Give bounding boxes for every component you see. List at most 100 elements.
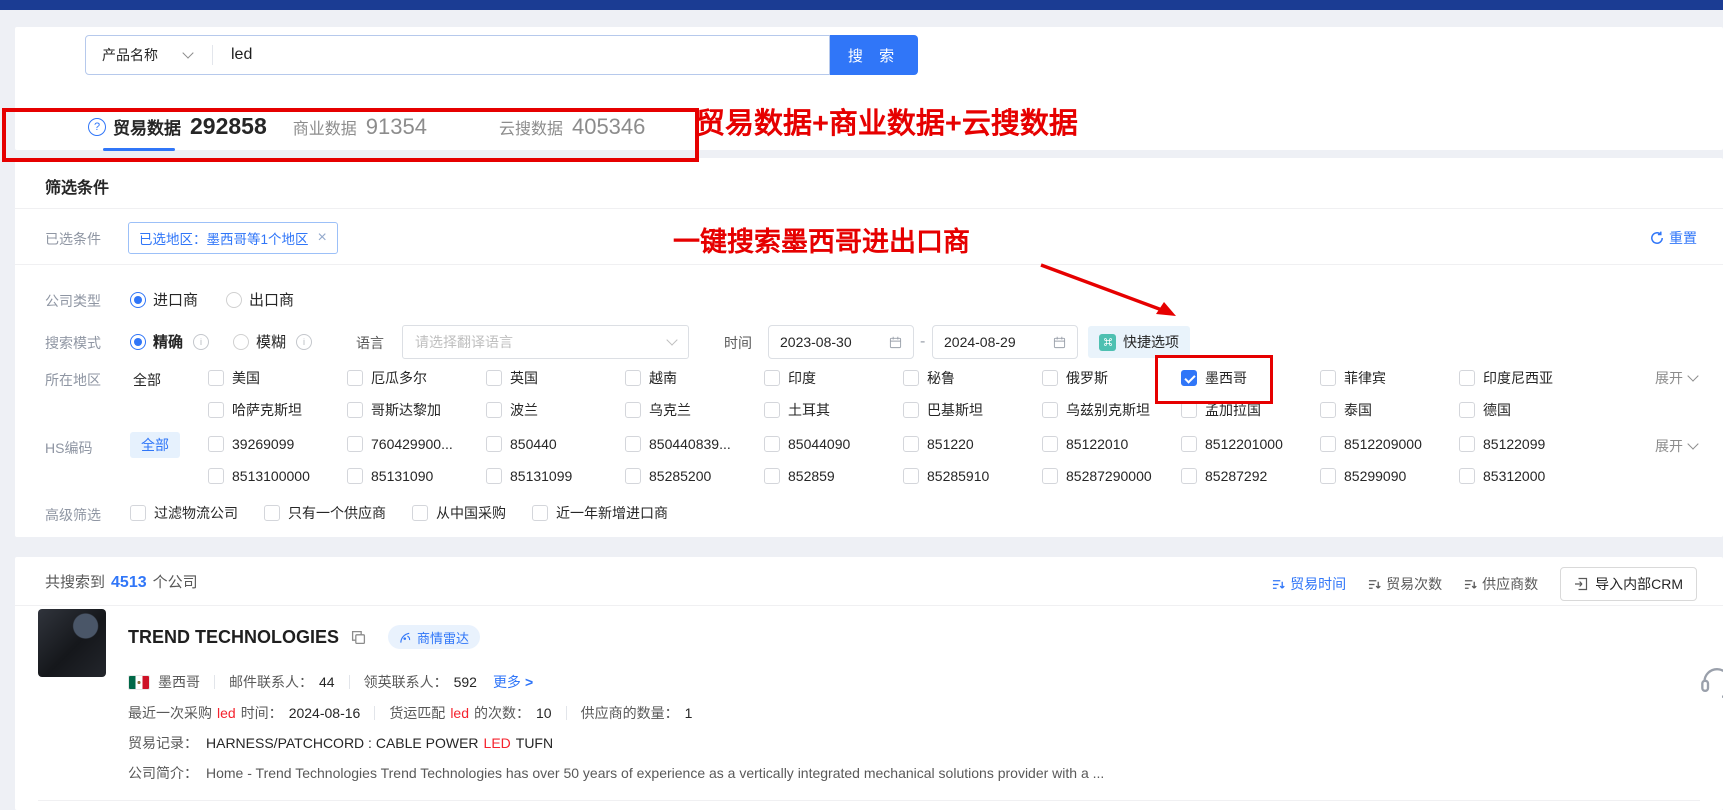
hs-code-checkbox[interactable]: 85122099 <box>1459 436 1545 452</box>
company-thumbnail[interactable] <box>38 609 106 677</box>
hs-code-checkbox[interactable]: 85285200 <box>625 468 711 484</box>
radio-icon <box>226 292 242 308</box>
region-checkbox[interactable]: 哥斯达黎加 <box>347 400 441 420</box>
hs-code-checkbox[interactable]: 851220 <box>903 436 974 452</box>
reset-button[interactable]: 重置 <box>1650 228 1697 248</box>
hs-code-checkbox[interactable]: 850440839... <box>625 436 731 452</box>
radio-exporter[interactable]: 出口商 <box>226 289 294 310</box>
search-button[interactable]: 搜 索 <box>830 35 918 75</box>
region-checkbox[interactable]: 越南 <box>625 368 677 388</box>
hs-all-option[interactable]: 全部 <box>130 432 180 458</box>
translation-language-select[interactable]: 请选择翻译语言 <box>402 325 689 359</box>
info-icon[interactable]: i <box>193 334 209 350</box>
sort-trade-count[interactable]: 贸易次数 <box>1368 574 1442 594</box>
search-category-dropdown[interactable]: 产品名称 <box>102 45 158 65</box>
import-crm-button[interactable]: 导入内部CRM <box>1560 567 1697 601</box>
quick-options-button[interactable]: 快捷选项 <box>1088 326 1190 358</box>
tag-close-icon[interactable]: × <box>318 229 327 247</box>
hs-code-checkbox[interactable]: 85122010 <box>1042 436 1128 452</box>
chevron-right-icon[interactable]: > <box>525 674 533 690</box>
customer-service-headset-icon[interactable] <box>1697 660 1723 705</box>
radio-importer[interactable]: 进口商 <box>130 289 198 310</box>
hs-code-checkbox[interactable]: 85131090 <box>347 468 433 484</box>
hs-code-checkbox[interactable]: 8513100000 <box>208 468 310 484</box>
region-checkbox[interactable]: 乌克兰 <box>625 400 691 420</box>
radio-icon <box>130 334 146 350</box>
keyword-highlight: led <box>217 705 236 721</box>
radar-icon <box>399 631 412 644</box>
email-contacts-label: 邮件联系人： <box>229 672 313 692</box>
region-checkbox[interactable]: 印度尼西亚 <box>1459 368 1553 388</box>
region-checkbox[interactable]: 乌兹别克斯坦 <box>1042 400 1150 420</box>
hs-code-checkbox[interactable]: 85299090 <box>1320 468 1406 484</box>
checkbox-icon <box>208 402 224 418</box>
region-checkbox[interactable]: 印度 <box>764 368 816 388</box>
search-box: 产品名称 <box>85 35 830 75</box>
hs-code-checkbox[interactable]: 85287290000 <box>1042 468 1152 484</box>
hs-code-checkbox[interactable]: 85285910 <box>903 468 989 484</box>
region-checkbox[interactable]: 厄瓜多尔 <box>347 368 427 388</box>
hs-code-checkbox[interactable]: 85287292 <box>1181 468 1267 484</box>
tab-trade-data[interactable]: 贸易数据 <box>113 114 181 139</box>
region-all-option[interactable]: 全部 <box>133 370 161 390</box>
sort-trade-time[interactable]: 贸易时间 <box>1272 574 1346 594</box>
business-radar-badge[interactable]: 商情雷达 <box>388 625 480 649</box>
checkbox-icon <box>625 468 641 484</box>
checkbox-icon <box>208 468 224 484</box>
hs-code-checkbox[interactable]: 85044090 <box>764 436 850 452</box>
region-checkbox[interactable]: 波兰 <box>486 400 538 420</box>
region-checkbox[interactable]: 德国 <box>1459 400 1511 420</box>
advanced-checkbox-from-china[interactable]: 从中国采购 <box>412 503 506 523</box>
region-checkbox[interactable]: 菲律宾 <box>1320 368 1386 388</box>
region-checkbox[interactable]: 英国 <box>486 368 538 388</box>
info-icon[interactable]: i <box>296 334 312 350</box>
region-checkbox[interactable]: 哈萨克斯坦 <box>208 400 302 420</box>
hs-code-checkbox[interactable]: 85131099 <box>486 468 572 484</box>
company-name[interactable]: TREND TECHNOLOGIES <box>128 627 339 648</box>
chevron-down-icon[interactable] <box>182 47 193 58</box>
region-expand-button[interactable]: 展开 <box>1655 368 1697 388</box>
checkbox-icon <box>1181 468 1197 484</box>
region-checkbox-mexico[interactable]: 墨西哥 <box>1181 368 1247 388</box>
more-link[interactable]: 更多 <box>493 672 521 692</box>
advanced-checkbox-new-importer[interactable]: 近一年新增进口商 <box>532 503 668 523</box>
radio-exact-mode[interactable]: 精确i <box>130 331 209 352</box>
hs-code-checkbox[interactable]: 8512209000 <box>1320 436 1422 452</box>
sort-supplier-count[interactable]: 供应商数 <box>1464 574 1538 594</box>
hs-code-checkbox[interactable]: 852859 <box>764 468 835 484</box>
advanced-checkbox-filter-logistics[interactable]: 过滤物流公司 <box>130 503 238 523</box>
advanced-filter-row: 高级筛选 过滤物流公司 只有一个供应商 从中国采购 近一年新增进口商 <box>15 503 1723 525</box>
radio-fuzzy-mode[interactable]: 模糊i <box>233 331 312 352</box>
hs-code-expand-button[interactable]: 展开 <box>1655 436 1697 456</box>
hs-code-checkbox[interactable]: 760429900... <box>347 436 453 452</box>
tab-cloud-search-data[interactable]: 云搜数据 <box>499 115 563 139</box>
supplier-count: 1 <box>685 705 693 721</box>
sort-icon <box>1368 578 1381 591</box>
hs-code-checkbox[interactable]: 8512201000 <box>1181 436 1283 452</box>
help-icon[interactable]: ? <box>88 118 106 136</box>
company-type-row: 公司类型 进口商 出口商 <box>15 289 1723 311</box>
hs-code-checkbox[interactable]: 850440 <box>486 436 557 452</box>
trade-search-page: 产品名称 搜 索 ? 贸易数据 292858 商业数据 91354 云搜数据 4… <box>0 0 1723 810</box>
region-checkbox[interactable]: 泰国 <box>1320 400 1372 420</box>
tab-business-data[interactable]: 商业数据 <box>293 115 357 139</box>
company-intro-label: 公司简介： <box>128 763 198 783</box>
region-checkbox[interactable]: 孟加拉国 <box>1181 400 1261 420</box>
selected-region-tag[interactable]: 已选地区：墨西哥等1个地区 × <box>128 222 338 254</box>
date-to-input[interactable]: 2024-08-29 <box>932 325 1078 359</box>
search-mode-label: 搜索模式 <box>45 333 101 353</box>
checkbox-icon <box>764 436 780 452</box>
region-checkbox[interactable]: 秘鲁 <box>903 368 955 388</box>
region-checkbox[interactable]: 美国 <box>208 368 260 388</box>
last-purchase-date: 2024-08-16 <box>289 705 361 721</box>
hs-code-checkbox[interactable]: 85312000 <box>1459 468 1545 484</box>
trade-record-text: TUFN <box>516 735 553 751</box>
copy-icon[interactable] <box>351 630 366 645</box>
date-from-input[interactable]: 2023-08-30 <box>768 325 914 359</box>
advanced-checkbox-single-supplier[interactable]: 只有一个供应商 <box>264 503 386 523</box>
search-input[interactable] <box>229 45 713 65</box>
region-checkbox[interactable]: 巴基斯坦 <box>903 400 983 420</box>
hs-code-checkbox[interactable]: 39269099 <box>208 436 294 452</box>
region-checkbox[interactable]: 土耳其 <box>764 400 830 420</box>
region-checkbox[interactable]: 俄罗斯 <box>1042 368 1108 388</box>
